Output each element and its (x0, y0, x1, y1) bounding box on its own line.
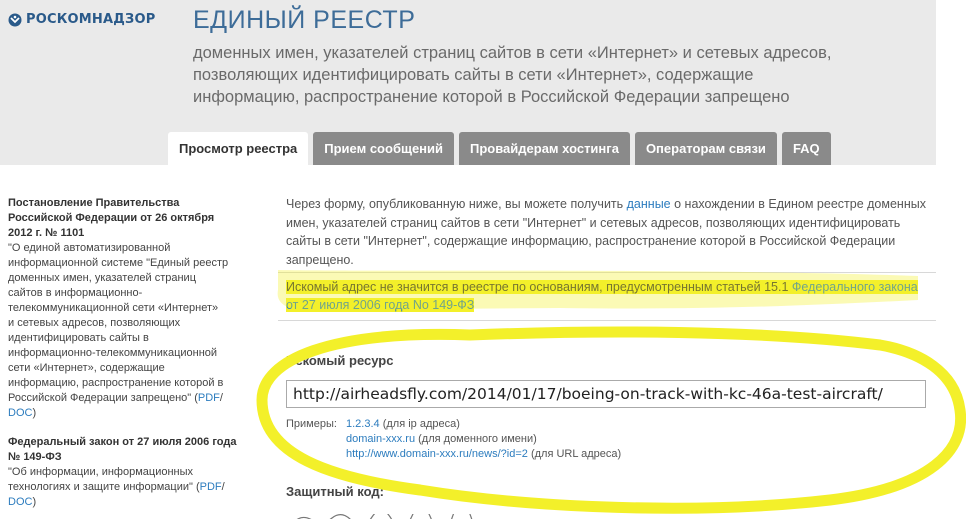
examples-spacer (286, 432, 346, 447)
body-line: DOC) (8, 495, 240, 510)
sidebar: Постановление Правительства Российской Ф… (8, 196, 240, 520)
tab-registry-view[interactable]: Просмотр реестра (168, 132, 309, 165)
rkn-emblem-icon (8, 13, 22, 27)
page-title: ЕДИНЫЙ РЕЕСТР (193, 6, 416, 34)
examples-spacer (286, 447, 346, 462)
body-line: "О единой автоматизированной (8, 242, 171, 254)
separator: / (221, 481, 225, 493)
body-line: технологиях и защите информации" (PDF/ (8, 480, 240, 495)
pdf-link[interactable]: PDF (200, 481, 222, 493)
main-tabs: Просмотр реестра Прием сообщений Провайд… (168, 132, 836, 165)
divider (278, 320, 936, 321)
title-line: Федеральный закон от 27 июля 2006 года (8, 436, 237, 448)
sidebar-doc-decree: Постановление Правительства Российской Ф… (8, 196, 240, 421)
tab-operators[interactable]: Операторам связи (634, 132, 777, 165)
logo-text: РОСКОМНАДЗОР (26, 12, 156, 27)
examples-block: Примеры: 1.2.3.4 (для ip адреса) domain-… (286, 417, 621, 462)
rkn-logo[interactable]: РОСКОМНАДЗОР (8, 12, 155, 27)
body-line: телекоммуникационной сети «Интернет» (8, 302, 219, 314)
title-line: Российской Федерации от 26 октября (8, 212, 215, 224)
sidebar-doc-body: "Об информации, информационных технологи… (8, 465, 240, 510)
body-text: технологиях и защите информации" ( (8, 481, 200, 493)
intro-text: Через форму, опубликованную ниже, вы мож… (286, 195, 926, 269)
tab-hosting-providers[interactable]: Провайдерам хостинга (459, 132, 630, 165)
pdf-link[interactable]: PDF (198, 392, 220, 404)
body-line: информацию, распространение которой в (8, 377, 224, 389)
example-note: (для ip адреса) (379, 418, 460, 430)
examples-label: Примеры: (286, 418, 337, 430)
example-url-link[interactable]: http://www.domain-xxx.ru/news/?id=2 (346, 448, 528, 460)
intro-part: Через форму, опубликованную ниже, вы мож… (286, 197, 627, 211)
resource-input[interactable]: http://airheadsfly.com/2014/01/17/boeing… (286, 380, 926, 408)
example-note: (для URL адреса) (527, 448, 622, 460)
body-line: DOC) (8, 406, 240, 421)
tab-faq[interactable]: FAQ (781, 132, 831, 165)
subtitle-line: позволяющих идентифицировать сайты в сет… (193, 66, 754, 84)
sidebar-doc-title: Постановление Правительства Российской Ф… (8, 196, 240, 241)
body-text: Российской Федерации запрещено" ( (8, 392, 198, 404)
page-subtitle: доменных имен, указателей страниц сайтов… (193, 42, 893, 108)
resource-label: Искомый ресурс (286, 353, 394, 368)
separator: / (219, 392, 223, 404)
example-row: Примеры: 1.2.3.4 (для ip адреса) (286, 417, 621, 432)
data-link[interactable]: данные (627, 197, 671, 211)
body-line: "Об информации, информационных (8, 466, 194, 478)
title-line: 2012 г. № 1101 (8, 227, 85, 239)
subtitle-line: информацию, распространение которой в Ро… (193, 88, 790, 106)
body-line: идентифицировать сайты в (8, 332, 149, 344)
body-line: доменных имен, указателей страниц (8, 272, 197, 284)
sidebar-doc-body: "О единой автоматизированной информацион… (8, 241, 240, 421)
example-note: (для доменного имени) (415, 433, 537, 445)
body-line: информационной системе "Единый реестр (8, 257, 229, 269)
body-text: ) (32, 407, 37, 419)
body-line: и сетевых адресов, позволяющих (8, 317, 181, 329)
body-text: ) (32, 496, 37, 508)
doc-link[interactable]: DOC (8, 496, 32, 508)
captcha-image (292, 510, 512, 519)
tab-reports[interactable]: Прием сообщений (313, 132, 455, 165)
example-row: http://www.domain-xxx.ru/news/?id=2 (для… (286, 447, 621, 462)
example-domain-link[interactable]: domain-xxx.ru (346, 433, 415, 445)
captcha-label: Защитный код: (286, 484, 384, 499)
doc-link[interactable]: DOC (8, 407, 32, 419)
body-line: информационно-телекоммуникационной (8, 347, 218, 359)
body-line: сети «Интернет», содержащие (8, 362, 165, 374)
example-ip-link[interactable]: 1.2.3.4 (346, 418, 380, 430)
sidebar-doc-law: Федеральный закон от 27 июля 2006 года №… (8, 435, 240, 510)
divider (278, 272, 936, 273)
title-line: № 149-ФЗ (8, 451, 62, 463)
example-row: domain-xxx.ru (для доменного имени) (286, 432, 621, 447)
sidebar-doc-title: Федеральный закон от 27 июля 2006 года №… (8, 435, 240, 465)
body-line: сайтов в информационно- (8, 287, 143, 299)
search-result-notice: Искомый адрес не значится в реестре по о… (286, 279, 926, 314)
subtitle-line: доменных имен, указателей страниц сайтов… (193, 44, 832, 62)
body-line: Российской Федерации запрещено" (PDF/ (8, 391, 240, 406)
notice-text: Искомый адрес не значится в реестре по о… (286, 280, 792, 294)
site-header: РОСКОМНАДЗОР ЕДИНЫЙ РЕЕСТР доменных имен… (0, 0, 936, 165)
title-line: Постановление Правительства (8, 197, 180, 209)
